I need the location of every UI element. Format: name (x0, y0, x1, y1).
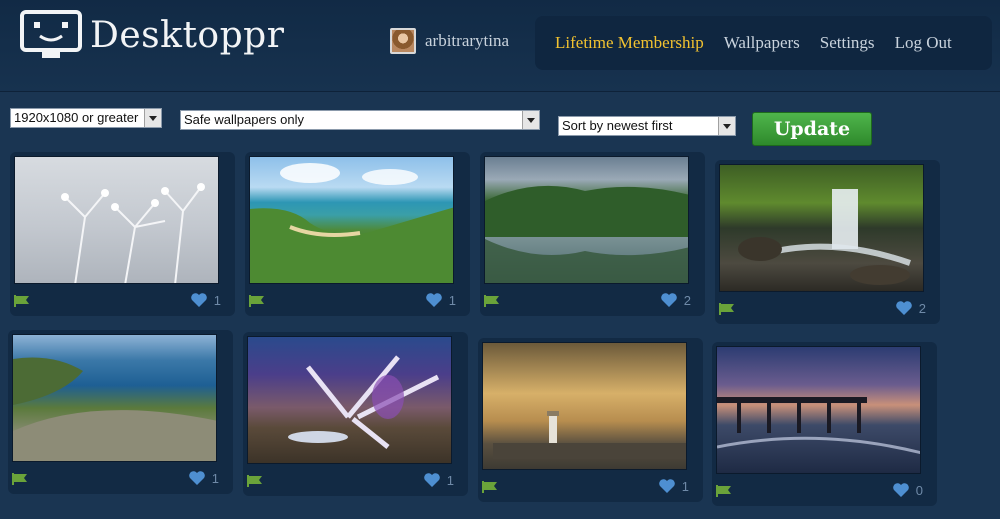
wallpaper-thumbnail[interactable] (716, 346, 921, 474)
flag-icon[interactable] (14, 294, 30, 307)
user-menu[interactable]: arbitrarytina (390, 28, 509, 54)
wallpaper-card: 1 (243, 332, 468, 496)
update-button[interactable]: Update (752, 112, 872, 146)
sort-select-value: Sort by newest first (562, 118, 673, 133)
wallpaper-card: 0 (712, 342, 937, 506)
nav-log-out[interactable]: Log Out (895, 33, 952, 53)
wallpaper-card: 1 (10, 152, 235, 316)
like-counter: 2 (660, 292, 691, 308)
like-count: 1 (681, 478, 689, 494)
wallpaper-thumbnail[interactable] (482, 342, 687, 470)
wallpaper-thumbnail[interactable] (249, 156, 454, 284)
logo[interactable]: Desktoppr (20, 10, 284, 60)
heart-icon[interactable] (188, 470, 206, 486)
like-count: 1 (446, 472, 454, 488)
heart-icon[interactable] (895, 300, 913, 316)
avatar[interactable] (390, 28, 416, 54)
like-count: 1 (448, 292, 456, 308)
flag-icon[interactable] (719, 302, 735, 315)
header: Desktoppr arbitrarytina Lifetime Members… (0, 0, 1000, 92)
like-count: 2 (683, 292, 691, 308)
app-name: Desktoppr (90, 14, 285, 56)
wallpaper-card: 1 (245, 152, 470, 316)
heart-icon[interactable] (190, 292, 208, 308)
resolution-select-value: 1920x1080 or greater (14, 110, 139, 125)
like-counter: 0 (892, 482, 923, 498)
nav-settings[interactable]: Settings (820, 33, 875, 53)
wallpaper-thumbnail[interactable] (12, 334, 217, 462)
wallpaper-card: 2 (480, 152, 705, 316)
flag-icon[interactable] (716, 484, 732, 497)
heart-icon[interactable] (425, 292, 443, 308)
heart-icon[interactable] (892, 482, 910, 498)
chevron-down-icon[interactable] (144, 109, 161, 127)
desktop-logo-icon (20, 10, 82, 60)
flag-icon[interactable] (12, 472, 28, 485)
like-counter: 1 (188, 470, 219, 486)
like-counter: 1 (425, 292, 456, 308)
wallpaper-thumbnail[interactable] (719, 164, 924, 292)
wallpaper-thumbnail[interactable] (14, 156, 219, 284)
nav-wallpapers[interactable]: Wallpapers (724, 33, 800, 53)
like-count: 1 (211, 470, 219, 486)
filter-bar: 1920x1080 or greater Safe wallpapers onl… (10, 108, 990, 148)
main-nav: Lifetime Membership Wallpapers Settings … (535, 16, 992, 70)
like-count: 0 (915, 482, 923, 498)
wallpaper-card: 2 (715, 160, 940, 324)
like-counter: 1 (190, 292, 221, 308)
like-counter: 2 (895, 300, 926, 316)
heart-icon[interactable] (658, 478, 676, 494)
flag-icon[interactable] (247, 474, 263, 487)
like-count: 2 (918, 300, 926, 316)
heart-icon[interactable] (660, 292, 678, 308)
flag-icon[interactable] (482, 480, 498, 493)
safety-select-value: Safe wallpapers only (184, 112, 304, 127)
flag-icon[interactable] (249, 294, 265, 307)
chevron-down-icon[interactable] (522, 111, 539, 129)
nav-lifetime-membership[interactable]: Lifetime Membership (555, 33, 704, 53)
sort-select[interactable]: Sort by newest first (558, 116, 736, 136)
resolution-select[interactable]: 1920x1080 or greater (10, 108, 162, 128)
username[interactable]: arbitrarytina (425, 31, 509, 51)
like-counter: 1 (658, 478, 689, 494)
safety-select[interactable]: Safe wallpapers only (180, 110, 540, 130)
like-counter: 1 (423, 472, 454, 488)
wallpaper-card: 1 (478, 338, 703, 502)
wallpaper-thumbnail[interactable] (247, 336, 452, 464)
wallpaper-card: 1 (8, 330, 233, 494)
heart-icon[interactable] (423, 472, 441, 488)
like-count: 1 (213, 292, 221, 308)
wallpaper-thumbnail[interactable] (484, 156, 689, 284)
flag-icon[interactable] (484, 294, 500, 307)
chevron-down-icon[interactable] (718, 117, 735, 135)
